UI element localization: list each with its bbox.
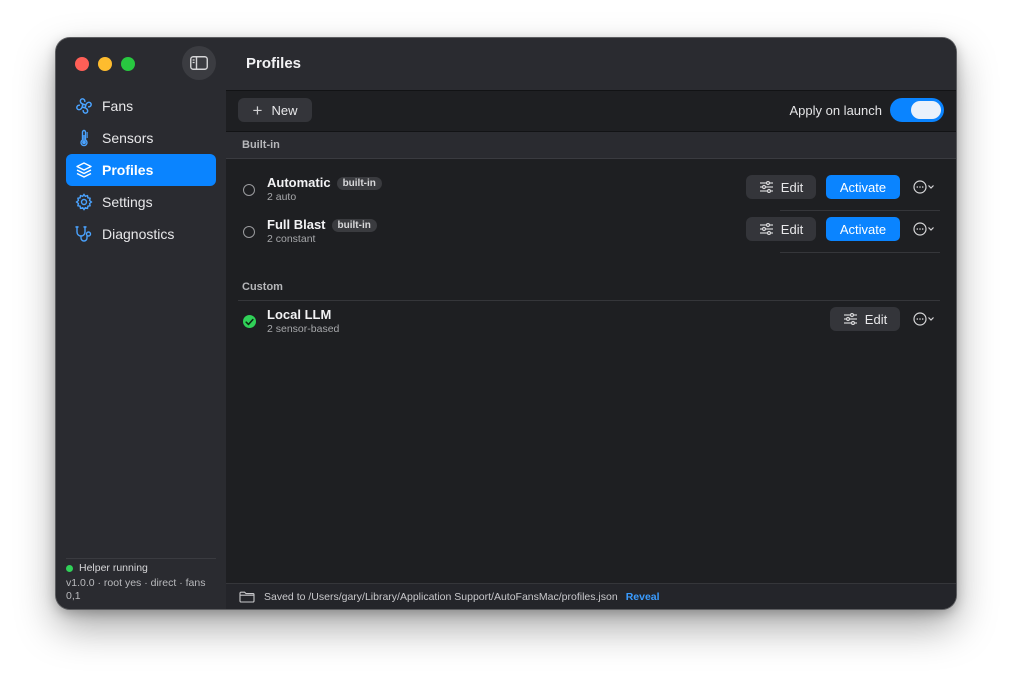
profile-name: Full Blast built-in [267, 217, 377, 232]
apply-on-launch-label: Apply on launch [789, 103, 882, 118]
close-window-button[interactable] [75, 57, 89, 71]
edit-label: Edit [780, 221, 804, 237]
sidebar-item-label: Diagnostics [102, 226, 175, 242]
sidebar-toggle-button[interactable] [182, 46, 216, 80]
edit-label: Edit [864, 311, 888, 327]
activate-button[interactable]: Activate [826, 217, 900, 241]
sidebar-icon [190, 56, 208, 70]
sidebar-item-diagnostics[interactable]: Diagnostics [66, 218, 216, 250]
page-title: Profiles [246, 55, 302, 72]
ellipsis-circle-icon [913, 312, 934, 326]
section-header-builtin: Built-in [226, 131, 956, 159]
sidebar-item-sensors[interactable]: Sensors [66, 122, 216, 154]
more-menu-button[interactable] [913, 178, 937, 196]
title-bar: Profiles [226, 38, 956, 91]
main-content: Profiles + New Apply on launch Built-in … [226, 38, 956, 609]
stethoscope-icon [74, 224, 94, 244]
profile-summary: 2 constant [267, 233, 316, 245]
edit-label: Edit [780, 179, 804, 195]
edit-button[interactable]: Edit [746, 217, 816, 241]
sliders-icon [759, 181, 773, 193]
new-profile-button[interactable]: + New [238, 98, 312, 122]
sliders-icon [759, 223, 773, 235]
helper-status: Helper running v1.0.0 · root yes · direc… [66, 558, 216, 603]
thermometer-icon [74, 128, 94, 148]
profile-name-text: Local LLM [267, 307, 332, 322]
status-dot [66, 564, 73, 572]
gear-icon [74, 192, 94, 212]
sidebar-item-settings[interactable]: Settings [66, 186, 216, 218]
profile-row-full-blast: Full Blast built-in 2 constant Edit Activ… [226, 211, 956, 253]
sidebar-nav: Fans Sensors Profiles Settings Diagnosti… [66, 90, 216, 250]
profile-name-text: Full Blast [267, 217, 326, 232]
builtin-badge: built-in [331, 219, 377, 232]
saved-path-text: Saved to /Users/gary/Library/Application… [264, 591, 618, 603]
section-label: Custom [242, 281, 283, 293]
edit-button[interactable]: Edit [746, 175, 816, 199]
sidebar-item-fans[interactable]: Fans [66, 90, 216, 122]
more-menu-button[interactable] [913, 220, 937, 238]
zoom-window-button[interactable] [121, 57, 135, 71]
toolbar: + New Apply on launch [226, 91, 956, 131]
active-checkmark-icon [243, 315, 256, 328]
edit-button[interactable]: Edit [830, 307, 900, 331]
apply-on-launch-toggle[interactable] [890, 98, 944, 122]
sidebar-item-profiles[interactable]: Profiles [66, 154, 216, 186]
profile-summary: 2 sensor-based [267, 323, 340, 335]
app-window: Fans Sensors Profiles Settings Diagnosti… [56, 38, 956, 609]
radio-button[interactable] [243, 226, 255, 238]
sidebar-item-label: Sensors [102, 130, 154, 146]
profile-name: Local LLM [267, 307, 331, 322]
profile-row-local-llm: Local LLM 2 sensor-based Edit [226, 301, 956, 343]
helper-status-label: Helper running [79, 562, 148, 574]
sidebar: Fans Sensors Profiles Settings Diagnosti… [56, 38, 226, 609]
builtin-badge: built-in [336, 177, 382, 190]
radio-button[interactable] [243, 184, 255, 196]
fan-icon [74, 96, 94, 116]
minimize-window-button[interactable] [98, 57, 112, 71]
sidebar-item-label: Fans [102, 98, 134, 114]
profile-row-automatic: Automatic built-in 2 auto Edit Activate [226, 169, 956, 211]
profile-summary: 2 auto [267, 191, 297, 203]
ellipsis-circle-icon [913, 180, 934, 194]
activate-button[interactable]: Activate [826, 175, 900, 199]
ellipsis-circle-icon [913, 222, 934, 236]
section-header-custom: Custom [226, 273, 956, 301]
section-label: Built-in [242, 139, 280, 151]
sidebar-item-label: Profiles [102, 162, 154, 178]
new-button-label: New [271, 102, 298, 118]
plus-icon: + [252, 100, 263, 120]
folder-icon [239, 591, 255, 603]
status-footer: Saved to /Users/gary/Library/Application… [226, 583, 956, 609]
profile-name-text: Automatic [267, 175, 331, 190]
reveal-link[interactable]: Reveal [626, 591, 660, 603]
sidebar-item-label: Settings [102, 194, 153, 210]
layers-icon [74, 160, 94, 180]
helper-status-meta: v1.0.0 · root yes · direct · fans 0,1 [66, 577, 206, 602]
profile-name: Automatic built-in [267, 175, 382, 190]
more-menu-button[interactable] [913, 310, 937, 328]
divider [780, 252, 940, 253]
toggle-knob [911, 101, 941, 119]
sliders-icon [843, 313, 857, 325]
